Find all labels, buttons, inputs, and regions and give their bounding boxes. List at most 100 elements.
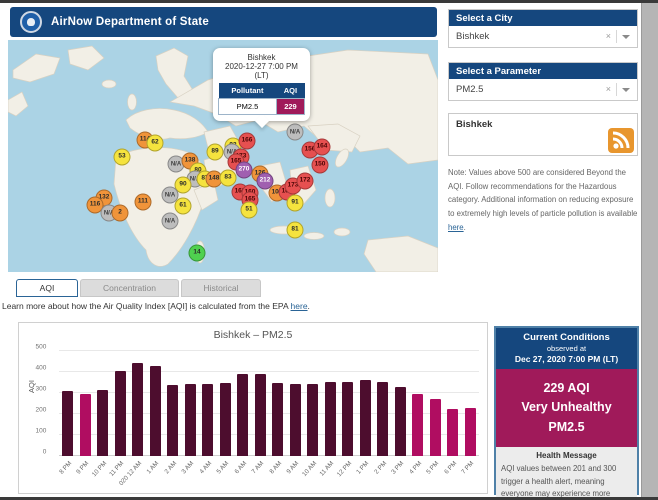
view-tabs: AQI Concentration Historical — [16, 279, 261, 297]
bar-8-am[interactable] — [272, 383, 283, 457]
aqi-marker-270[interactable]: 270 — [236, 162, 253, 179]
bar-3-am[interactable] — [185, 384, 196, 456]
aqi-marker-91[interactable]: 91 — [287, 195, 304, 212]
bar-2-pm[interactable] — [377, 382, 388, 456]
parameter-select-value: PM2.5 — [456, 84, 483, 95]
chart-x-axis-labels: 8 PM9 PM10 PM11 PM020 12 AM1 AM2 AM3 AM4… — [59, 458, 479, 494]
bar-1-am[interactable] — [150, 366, 161, 456]
aqi-marker-172[interactable]: 172 — [297, 173, 314, 190]
aqi-marker-89[interactable]: 89 — [207, 144, 224, 161]
popup-city: Bishkek — [218, 53, 305, 62]
current-conditions-header: Current Conditions observed at Dec 27, 2… — [496, 328, 637, 369]
aqi-marker-51[interactable]: 51 — [241, 202, 258, 219]
select-parameter-panel: Select a Parameter PM2.5 × — [448, 62, 638, 101]
epa-info-line: Learn more about how the Air Quality Ind… — [2, 301, 310, 311]
city-select[interactable]: Bishkek × — [449, 26, 637, 47]
parameter-clear-icon[interactable]: × — [606, 84, 611, 94]
y-tick-200: 200 — [36, 407, 47, 414]
health-message-block: Health Message AQI values between 201 an… — [496, 447, 637, 500]
aqi-marker-111[interactable]: 111 — [135, 194, 152, 211]
city-clear-icon[interactable]: × — [606, 31, 611, 41]
bar-2-am[interactable] — [167, 385, 178, 456]
current-aqi-value: 229 AQI — [498, 379, 635, 398]
aqi-marker-166[interactable]: 166 — [239, 133, 256, 150]
observed-datetime: Dec 27, 2020 7:00 PM (LT) — [498, 354, 635, 364]
epa-info-suffix: . — [308, 301, 310, 311]
current-conditions-panel: Current Conditions observed at Dec 27, 2… — [494, 326, 639, 495]
aqi-marker-83[interactable]: 83 — [220, 170, 237, 187]
app-title: AirNow Department of State — [51, 16, 209, 28]
bar-9-am[interactable] — [290, 384, 301, 456]
health-message-text: AQI values between 201 and 300 trigger a… — [501, 463, 632, 500]
popup-datetime: 2020-12-27 7:00 PM — [218, 62, 305, 71]
parameter-select[interactable]: PM2.5 × — [449, 79, 637, 100]
epa-here-link[interactable]: here — [291, 301, 308, 311]
y-tick-400: 400 — [36, 365, 47, 372]
app-header: AirNow Department of State — [10, 7, 437, 37]
rss-feed-box: Bishkek — [448, 113, 638, 156]
note-here-link[interactable]: here — [448, 223, 464, 232]
bar-5-pm[interactable] — [430, 399, 441, 456]
aqi-marker-81[interactable]: 81 — [287, 222, 304, 239]
select-city-header: Select a City — [449, 10, 637, 26]
aqi-world-map[interactable]: 1146253132116N/A2111N/A1388980N/A8714890… — [8, 40, 438, 272]
y-tick-500: 500 — [36, 344, 47, 351]
gridline-500 — [59, 350, 479, 351]
rss-city-label: Bishkek — [456, 119, 492, 130]
scrollbar[interactable] — [641, 3, 658, 497]
bar-11-am[interactable] — [325, 382, 336, 456]
select-city-panel: Select a City Bishkek × — [448, 9, 638, 48]
bar-11-pm[interactable] — [115, 371, 126, 456]
bar-1-pm[interactable] — [360, 380, 371, 456]
aqi-marker-2[interactable]: 2 — [112, 205, 129, 222]
current-conditions-title: Current Conditions — [498, 332, 635, 343]
aqi-marker-150[interactable]: 150 — [312, 157, 329, 174]
aqi-marker-53[interactable]: 53 — [114, 149, 131, 166]
bar-8-pm[interactable] — [62, 391, 73, 456]
city-chevron-down-icon[interactable] — [622, 35, 630, 39]
bar-10-am[interactable] — [307, 384, 318, 456]
bar-6-am[interactable] — [237, 374, 248, 456]
aqi-marker-62[interactable]: 62 — [147, 135, 164, 152]
select-parameter-header: Select a Parameter — [449, 63, 637, 79]
current-aqi-pollutant: PM2.5 — [498, 418, 635, 437]
bar-4-pm[interactable] — [412, 394, 423, 456]
popup-table: Pollutant AQI PM2.5 229 — [218, 83, 305, 115]
tab-historical[interactable]: Historical — [181, 279, 261, 297]
bar-7-pm[interactable] — [465, 408, 476, 456]
window-top-edge — [0, 0, 658, 3]
observed-at-label: observed at — [498, 344, 635, 353]
parameter-select-separator — [616, 83, 617, 96]
bar-7-am[interactable] — [255, 374, 266, 456]
bar-4-am[interactable] — [202, 384, 213, 456]
chart-plot-area: 0100200300400500 — [59, 351, 479, 456]
current-aqi-block: 229 AQI Very Unhealthy PM2.5 — [496, 369, 637, 447]
bar-5-am[interactable] — [220, 383, 231, 456]
bar-3-pm[interactable] — [395, 387, 406, 456]
note-suffix: . — [464, 223, 466, 232]
tab-aqi[interactable]: AQI — [16, 279, 78, 297]
note-text: Note: Values above 500 are considered Be… — [448, 168, 637, 218]
popup-col-aqi: AQI — [276, 83, 304, 99]
parameter-chevron-down-icon[interactable] — [622, 88, 630, 92]
beyond-aqi-note: Note: Values above 500 are considered Be… — [448, 166, 638, 234]
map-popup: Bishkek 2020-12-27 7:00 PM (LT) Pollutan… — [213, 48, 310, 121]
city-select-value: Bishkek — [456, 31, 489, 42]
current-aqi-category: Very Unhealthy — [498, 398, 635, 417]
aqi-marker-61[interactable]: 61 — [175, 198, 192, 215]
epa-info-text: Learn more about how the Air Quality Ind… — [2, 301, 291, 311]
bar-9-pm[interactable] — [80, 394, 91, 456]
y-tick-0: 0 — [43, 449, 47, 456]
city-select-separator — [616, 30, 617, 43]
tab-concentration[interactable]: Concentration — [80, 279, 179, 297]
bar-12-pm[interactable] — [342, 382, 353, 456]
bar-10-pm[interactable] — [97, 390, 108, 456]
aqi-marker-164[interactable]: 164 — [314, 139, 331, 156]
popup-pollutant-value: PM2.5 — [219, 99, 277, 115]
aqi-marker-14[interactable]: 14 — [189, 245, 206, 262]
rss-icon[interactable] — [608, 128, 634, 153]
aqi-marker-na[interactable]: N/A — [287, 124, 304, 141]
aqi-marker-na[interactable]: N/A — [162, 213, 179, 230]
bar-6-pm[interactable] — [447, 409, 458, 456]
bar-020-12-am[interactable] — [132, 363, 143, 456]
